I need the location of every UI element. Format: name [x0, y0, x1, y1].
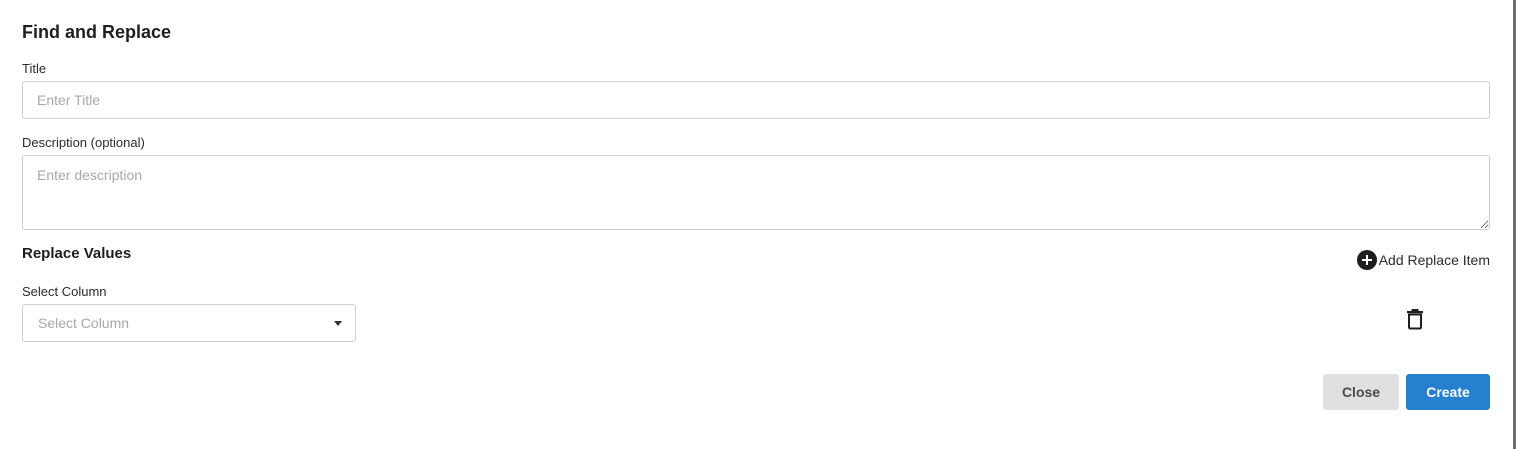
- replace-values-heading: Replace Values: [22, 245, 132, 262]
- select-column-dropdown[interactable]: Select Column: [22, 304, 356, 342]
- create-button[interactable]: Create: [1406, 374, 1490, 410]
- dialog-title: Find and Replace: [22, 22, 172, 42]
- add-replace-item-label: Add Replace Item: [1378, 252, 1490, 268]
- delete-replace-item-button[interactable]: [1404, 307, 1426, 331]
- title-input[interactable]: [22, 81, 1490, 119]
- select-column-label: Select Column: [22, 284, 107, 299]
- trash-icon: [1407, 309, 1423, 330]
- plus-circle-icon: [1356, 250, 1377, 270]
- find-replace-dialog: Find and Replace Title Description (opti…: [0, 0, 1516, 449]
- caret-down-icon: [334, 320, 342, 326]
- description-label: Description (optional): [22, 135, 145, 150]
- add-replace-item-button[interactable]: Add Replace Item: [1356, 250, 1490, 270]
- title-label: Title: [22, 61, 47, 76]
- close-button[interactable]: Close: [1323, 374, 1399, 410]
- select-column-placeholder: Select Column: [38, 315, 130, 331]
- description-textarea[interactable]: [22, 155, 1490, 230]
